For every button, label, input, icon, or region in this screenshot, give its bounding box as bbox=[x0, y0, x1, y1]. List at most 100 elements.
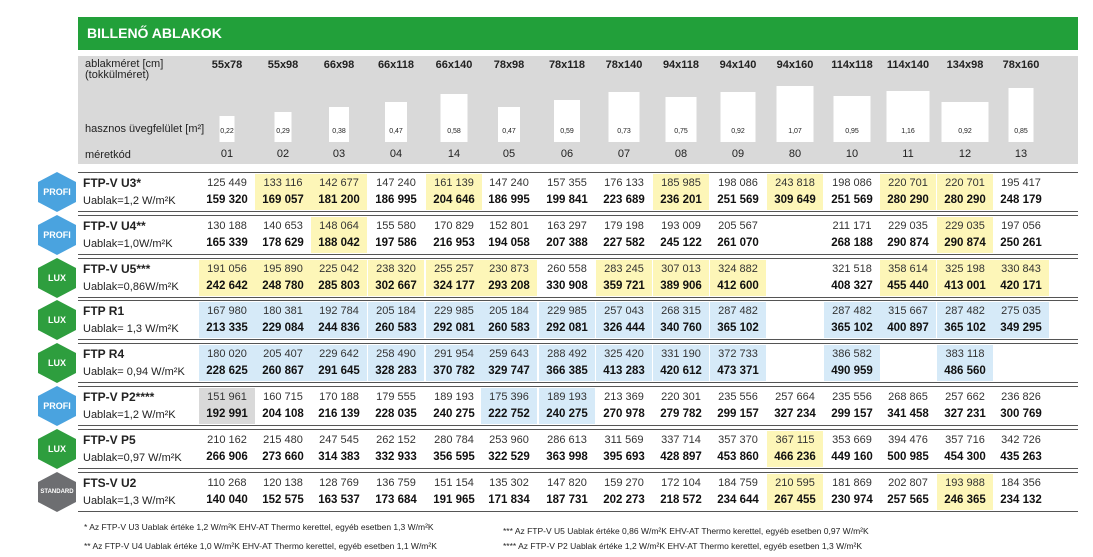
net-price: 170 829 bbox=[434, 220, 474, 232]
product-name: FTP R1 bbox=[83, 304, 125, 318]
gross-price: 363 998 bbox=[546, 451, 588, 463]
price-cell: 211 171 268 188 bbox=[824, 217, 880, 253]
column-header: 94x118 0,75 08 bbox=[653, 56, 709, 164]
price-cell: 159 270 202 273 bbox=[596, 474, 652, 510]
price-cell: 142 677 181 200 bbox=[311, 174, 367, 210]
column-area: 1,07 bbox=[788, 128, 802, 135]
column-header: 66x118 0,47 04 bbox=[368, 56, 424, 164]
footnote-4: **** Az FTP-V P2 Uablak értéke 1,2 W/m²K… bbox=[503, 541, 863, 551]
column-area: 0,38 bbox=[332, 128, 346, 135]
column-header: 134x98 0,92 12 bbox=[937, 56, 993, 164]
column-size: 94x140 bbox=[719, 59, 757, 71]
gross-price: 326 444 bbox=[603, 322, 645, 334]
gross-price: 290 874 bbox=[887, 237, 929, 249]
net-price: 262 152 bbox=[376, 434, 416, 446]
price-cell: 180 381 229 084 bbox=[255, 302, 311, 338]
price-cell: 280 784 356 595 bbox=[426, 431, 482, 467]
price-cell: 287 482 365 102 bbox=[710, 302, 766, 338]
price-cell: 160 715 204 108 bbox=[255, 388, 311, 424]
price-cell: 125 449 159 320 bbox=[199, 174, 255, 210]
price-cell: 189 193 240 275 bbox=[539, 388, 595, 424]
gross-price: 500 985 bbox=[887, 451, 929, 463]
net-price: 193 988 bbox=[945, 477, 985, 489]
price-cell: 330 843 420 171 bbox=[993, 260, 1049, 296]
window-shape bbox=[554, 100, 580, 142]
net-price: 180 381 bbox=[263, 305, 303, 317]
price-cell: 220 301 279 782 bbox=[653, 388, 709, 424]
table-title: BILLENŐ ABLAKOK bbox=[78, 17, 1078, 50]
gross-price: 395 693 bbox=[603, 451, 645, 463]
net-price: 337 714 bbox=[661, 434, 701, 446]
column-size: 78x160 bbox=[1002, 59, 1040, 71]
price-cell: 367 115 466 236 bbox=[767, 431, 823, 467]
column-area: 0,47 bbox=[502, 128, 516, 135]
u-value: Uablak=1,2 W/m²K bbox=[83, 409, 176, 421]
gross-price: 204 108 bbox=[262, 408, 304, 420]
gross-price: 453 860 bbox=[717, 451, 759, 463]
gross-price: 240 275 bbox=[433, 408, 475, 420]
column-code: 10 bbox=[845, 148, 859, 160]
price-cell: 193 009 245 122 bbox=[653, 217, 709, 253]
price-cell: 198 086 251 569 bbox=[710, 174, 766, 210]
column-header: 55x78 0,22 01 bbox=[199, 56, 255, 164]
price-cell: 167 980 213 335 bbox=[199, 302, 255, 338]
price-cell: 257 664 327 234 bbox=[767, 388, 823, 424]
column-area: 0,59 bbox=[560, 128, 574, 135]
price-cell: 268 865 341 458 bbox=[880, 388, 936, 424]
gross-price: 246 365 bbox=[944, 494, 986, 506]
net-price: 311 569 bbox=[604, 434, 644, 446]
gross-price: 227 582 bbox=[603, 237, 645, 249]
net-price: 198 086 bbox=[718, 177, 758, 189]
net-price: 192 784 bbox=[319, 305, 359, 317]
gross-price: 266 906 bbox=[206, 451, 248, 463]
price-cell: 257 662 327 231 bbox=[937, 388, 993, 424]
gross-price: 466 236 bbox=[774, 451, 816, 463]
gross-price: 234 132 bbox=[1000, 494, 1042, 506]
gross-price: 473 371 bbox=[717, 365, 759, 377]
net-price: 386 582 bbox=[832, 348, 872, 360]
u-value: Uablak=1,2 W/m²K bbox=[83, 195, 176, 207]
net-price: 342 726 bbox=[1001, 434, 1041, 446]
net-price: 180 020 bbox=[207, 348, 247, 360]
net-price: 205 184 bbox=[489, 305, 529, 317]
net-price: 175 396 bbox=[489, 391, 529, 403]
net-price: 235 556 bbox=[718, 391, 758, 403]
price-cell bbox=[767, 345, 823, 381]
table-row: FTS-V U2 Uablak=1,3 W/m²K 110 268 140 040 12… bbox=[78, 472, 1078, 512]
gross-price: 435 263 bbox=[1000, 451, 1042, 463]
net-price: 185 985 bbox=[661, 177, 701, 189]
net-price: 307 013 bbox=[661, 263, 701, 275]
price-cell: 140 653 178 629 bbox=[255, 217, 311, 253]
price-cell: 215 480 273 660 bbox=[255, 431, 311, 467]
gross-price: 302 667 bbox=[375, 280, 417, 292]
net-price: 286 613 bbox=[547, 434, 587, 446]
price-cell: 225 042 285 803 bbox=[311, 260, 367, 296]
net-price: 321 518 bbox=[832, 263, 872, 275]
gross-price: 413 283 bbox=[603, 365, 645, 377]
column-area: 0,47 bbox=[389, 128, 403, 135]
price-cell: 236 826 300 769 bbox=[993, 388, 1049, 424]
price-cell: 253 960 322 529 bbox=[481, 431, 537, 467]
net-price: 367 115 bbox=[775, 434, 815, 446]
price-cell bbox=[767, 217, 823, 253]
net-price: 213 369 bbox=[604, 391, 644, 403]
gross-price: 292 081 bbox=[433, 322, 475, 334]
column-area: 0,29 bbox=[276, 128, 290, 135]
price-cell: 235 556 299 157 bbox=[824, 388, 880, 424]
table-row: FTP-V P5 Uablak=0,97 W/m²K 210 162 266 906 2… bbox=[78, 429, 1078, 469]
gross-price: 251 569 bbox=[831, 194, 873, 206]
price-cell: 325 420 413 283 bbox=[596, 345, 652, 381]
net-price: 205 184 bbox=[376, 305, 416, 317]
gross-price: 314 383 bbox=[318, 451, 360, 463]
net-price: 193 009 bbox=[661, 220, 701, 232]
column-size: 94x118 bbox=[662, 59, 700, 71]
net-price: 257 043 bbox=[604, 305, 644, 317]
gross-price: 455 440 bbox=[887, 280, 929, 292]
u-value: Uablak= 0,94 W/m²K bbox=[83, 366, 185, 378]
net-price: 229 985 bbox=[547, 305, 587, 317]
gross-price: 322 529 bbox=[488, 451, 530, 463]
u-value: Uablak=1,0W/m²K bbox=[83, 238, 173, 250]
gross-price: 370 782 bbox=[433, 365, 475, 377]
price-cell: 210 595 267 455 bbox=[767, 474, 823, 510]
net-price: 160 715 bbox=[263, 391, 303, 403]
